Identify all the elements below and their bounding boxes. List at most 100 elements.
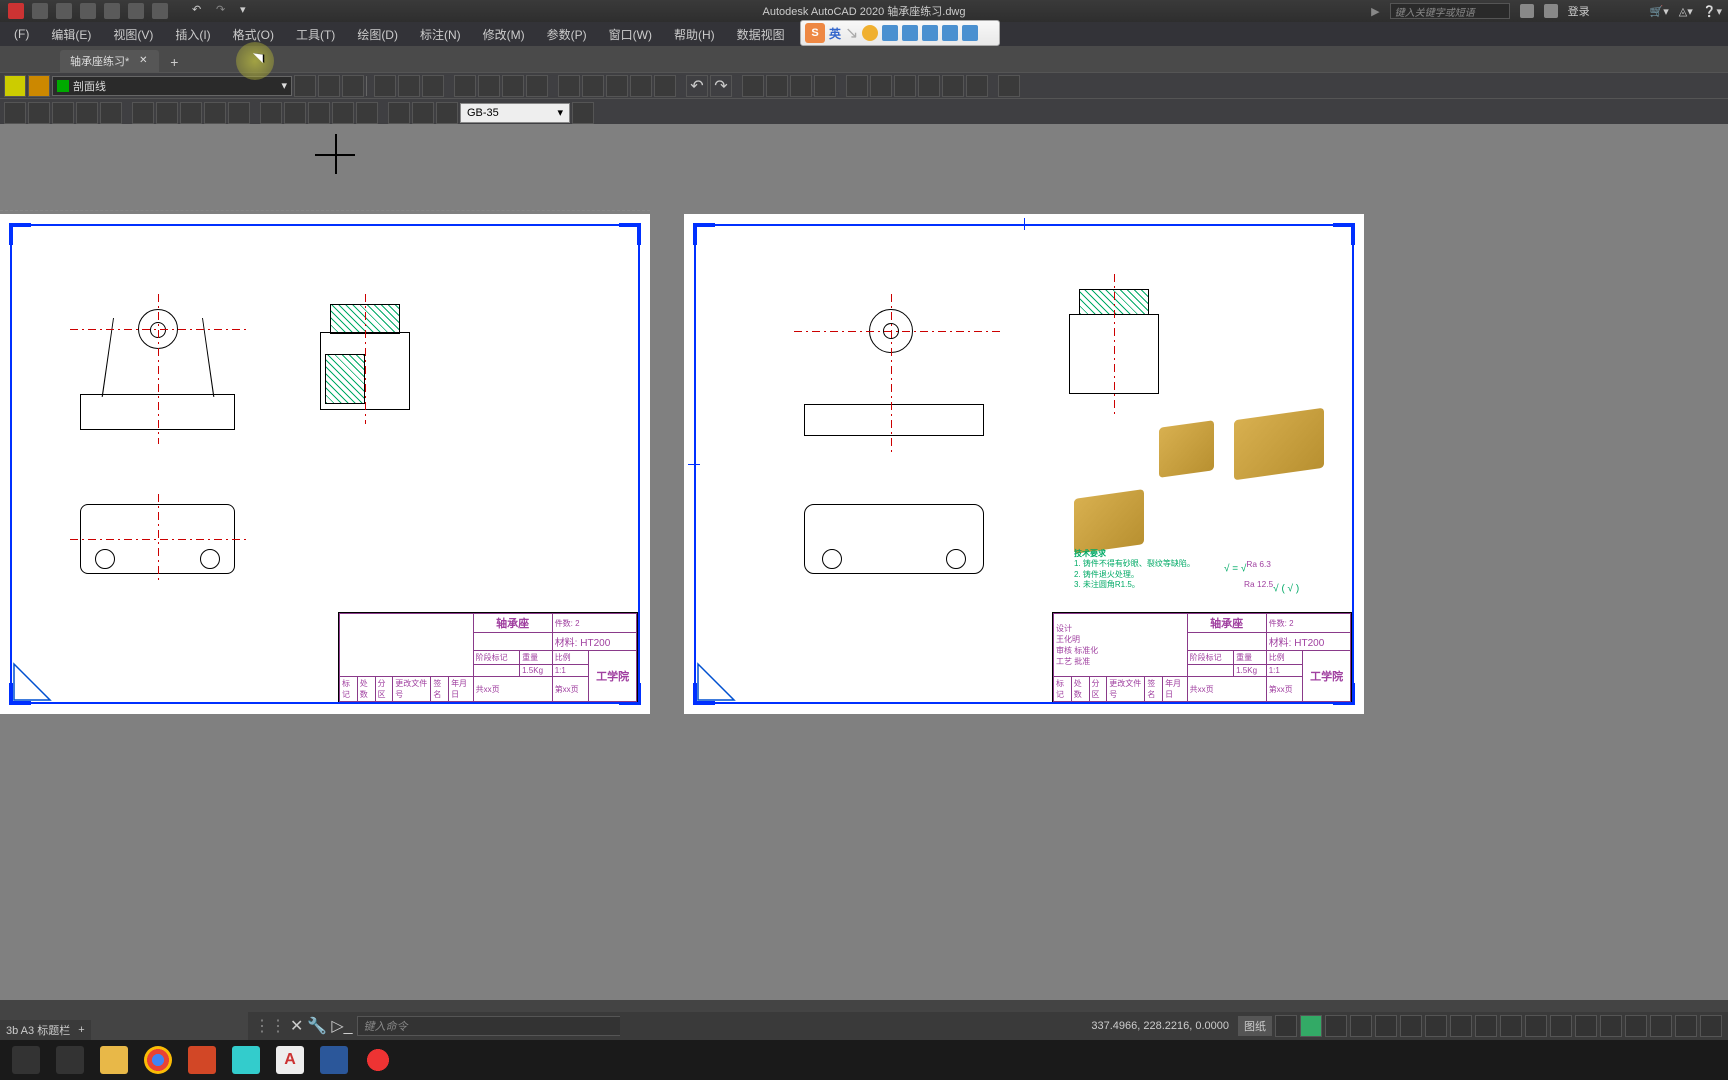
add-tab-button[interactable]: + [165,54,183,72]
dimstyle-mgr-icon[interactable] [572,102,594,124]
app-menu-icon[interactable] [8,3,24,19]
drawing-sheet-left[interactable]: 轴承座件数: 2 材料: HT200 阶段标记重量比例工学院 1.5Kg1:1 … [0,214,650,714]
dimstyle-combo[interactable]: GB-35 ▾ [460,103,570,123]
ime-settings-icon[interactable] [962,25,978,41]
menu-item[interactable]: 窗口(W) [599,23,662,46]
drawing-sheet-right[interactable]: 技术要求 1. 铸件不得有砂眼、裂纹等缺陷。 2. 铸件退火处理。 3. 未注圆… [684,214,1364,714]
redo-icon[interactable]: ↷ [216,3,232,19]
menu-item[interactable]: 绘图(D) [347,23,408,46]
dim-update-icon[interactable] [436,102,458,124]
dim-diameter-icon[interactable] [132,102,154,124]
drawing-canvas[interactable]: 轴承座件数: 2 材料: HT200 阶段标记重量比例工学院 1.5Kg1:1 … [0,124,1728,1000]
tool-pal-icon[interactable] [894,75,916,97]
app-switcher-icon[interactable]: ◬▾ [1679,5,1693,18]
jog-icon[interactable] [356,102,378,124]
block-icon[interactable] [654,75,676,97]
cmd-close-icon[interactable]: ✕ [290,1016,303,1036]
add-layout-button[interactable]: + [78,1024,84,1036]
center-icon[interactable] [308,102,330,124]
document-tab[interactable]: 轴承座练习* ✕ [60,50,159,72]
help-search[interactable]: 键入关键字或短语 [1390,3,1510,19]
polar-icon[interactable] [1350,1015,1372,1037]
otrack-icon[interactable] [1400,1015,1422,1037]
login-link[interactable]: 登录 [1568,3,1590,19]
start-icon[interactable] [12,1046,40,1074]
menu-item[interactable]: 插入(I) [165,23,220,46]
select-cycle-icon[interactable] [1475,1015,1497,1037]
dim-tedit-icon[interactable] [412,102,434,124]
save-file-icon[interactable] [422,75,444,97]
dim-continue-icon[interactable] [204,102,226,124]
menu-item[interactable]: 帮助(H) [664,23,725,46]
hw-accel-icon[interactable] [1650,1015,1672,1037]
match-icon[interactable] [630,75,652,97]
layer-prev-icon[interactable] [342,75,364,97]
web-icon[interactable] [128,3,144,19]
vp-lock-icon[interactable] [1600,1015,1622,1037]
dim-aligned-icon[interactable] [28,102,50,124]
layer-lock-icon[interactable] [4,75,26,97]
layout-tab[interactable]: 3b A3 标题栏 [6,1022,70,1038]
menu-item[interactable]: 标注(N) [410,23,471,46]
dim-baseline-icon[interactable] [180,102,202,124]
taskview-icon[interactable] [56,1046,84,1074]
ann-vis-icon[interactable] [1525,1015,1547,1037]
layer-lockall-icon[interactable] [28,75,50,97]
grid-icon[interactable] [1300,1015,1322,1037]
ime-keyboard-icon[interactable] [902,25,918,41]
publish-icon[interactable] [502,75,524,97]
snap-icon[interactable] [1325,1015,1347,1037]
word-icon[interactable] [320,1046,348,1074]
zoom-icon[interactable] [766,75,788,97]
new-icon[interactable] [32,3,48,19]
undo2-icon[interactable]: ↶ [686,75,708,97]
dim-ordinate-icon[interactable] [76,102,98,124]
menu-item[interactable]: 编辑(E) [41,23,101,46]
autocad-icon[interactable]: A [276,1046,304,1074]
help2-icon[interactable] [998,75,1020,97]
open-icon[interactable] [56,3,72,19]
chrome-icon[interactable] [144,1046,172,1074]
lweight-icon[interactable] [1425,1015,1447,1037]
zoomwin-icon[interactable] [814,75,836,97]
inspect-icon[interactable] [332,102,354,124]
save-icon[interactable] [80,3,96,19]
dim-linear-icon[interactable] [4,102,26,124]
open-file-icon[interactable] [398,75,420,97]
powerpoint-icon[interactable] [188,1046,216,1074]
ann-scale-icon[interactable] [1500,1015,1522,1037]
calc-icon[interactable] [966,75,988,97]
markup-icon[interactable] [942,75,964,97]
ann-auto-icon[interactable] [1550,1015,1572,1037]
ime-emoji-icon[interactable] [862,25,878,41]
clean-icon[interactable] [1675,1015,1697,1037]
redo2-icon[interactable]: ↷ [710,75,732,97]
dim-space-icon[interactable] [228,102,250,124]
obj-iso-icon[interactable] [1625,1015,1647,1037]
ime-tool-icon[interactable] [922,25,938,41]
dim-radius-icon[interactable] [100,102,122,124]
3dprint-icon[interactable] [526,75,548,97]
login-icon[interactable] [1544,4,1558,18]
menu-item[interactable]: 修改(M) [473,23,535,46]
ime-lang[interactable]: 英 [829,25,841,42]
menu-item[interactable]: 工具(T) [286,23,345,46]
menu-item[interactable]: 参数(P) [537,23,597,46]
menu-item[interactable]: 数据视图 [727,23,795,46]
layer-prop-icon[interactable] [294,75,316,97]
cut-icon[interactable] [558,75,580,97]
vp-max-icon[interactable] [1575,1015,1597,1037]
pan-icon[interactable] [742,75,764,97]
model-icon[interactable] [1275,1015,1297,1037]
plot-icon[interactable] [454,75,476,97]
zoomext-icon[interactable] [790,75,812,97]
osnap-icon[interactable] [1375,1015,1397,1037]
copy-icon[interactable] [582,75,604,97]
close-icon[interactable]: ✕ [137,55,149,67]
saveas-icon[interactable] [104,3,120,19]
record-icon[interactable] [364,1046,392,1074]
qat-dropdown-icon[interactable]: ▾ [240,3,256,19]
props-icon[interactable] [846,75,868,97]
paste-icon[interactable] [606,75,628,97]
menu-item[interactable]: 视图(V) [103,23,163,46]
